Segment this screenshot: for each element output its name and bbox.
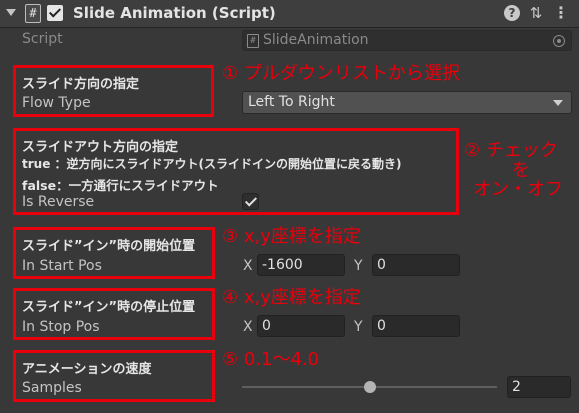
dropdown-arrow-icon (553, 100, 563, 106)
start-pos-heading: スライド”イン”時の開始位置 (22, 239, 196, 254)
samples-value-field[interactable]: 2 (507, 376, 571, 398)
samples-slider-thumb[interactable] (363, 381, 376, 393)
stop-pos-x-field[interactable]: 0 (257, 315, 345, 337)
start-pos-y-field[interactable]: 0 (372, 254, 460, 276)
more-menu-icon[interactable]: ⋮ (553, 4, 569, 22)
flow-type-dropdown[interactable]: Left To Right (242, 91, 572, 114)
component-enabled-checkbox[interactable] (47, 5, 63, 21)
start-pos-annotation: ③ x,y座標を指定 (222, 226, 361, 247)
start-pos-x-label: X (243, 258, 253, 274)
reverse-label: Is Reverse (22, 194, 95, 210)
reverse-heading: スライドアウト方向の指定 (22, 140, 179, 155)
reverse-desc-true: true ：逆方向にスライドアウト(スライドインの開始位置に戻る動き) (22, 157, 402, 171)
script-field-value: SlideAnimation (263, 32, 369, 48)
script-hash-icon: # (25, 4, 41, 23)
presets-icon[interactable]: ⇅ (528, 4, 544, 22)
stop-pos-heading: スライド”イン”時の停止位置 (22, 300, 196, 315)
samples-value: 2 (512, 379, 521, 395)
reverse-annotation-line2: を (512, 160, 530, 181)
is-reverse-checkbox[interactable] (242, 193, 259, 210)
start-pos-y-value: 0 (377, 257, 386, 273)
flow-type-selected: Left To Right (248, 94, 335, 110)
reverse-annotation-line1: ② チェック (464, 140, 558, 161)
script-field[interactable]: # SlideAnimation (242, 30, 572, 51)
script-label: Script (22, 31, 63, 47)
stop-pos-x-label: X (243, 319, 253, 335)
stop-pos-label: In Stop Pos (22, 319, 100, 335)
start-pos-x-value: -1600 (262, 257, 303, 273)
stop-pos-annotation: ④ x,y座標を指定 (222, 287, 361, 308)
start-pos-y-label: Y (354, 258, 363, 274)
component-title: Slide Animation (Script) (73, 4, 276, 22)
flow-type-label: Flow Type (22, 95, 91, 111)
start-pos-x-field[interactable]: -1600 (257, 254, 345, 276)
stop-pos-y-label: Y (354, 319, 363, 335)
help-icon[interactable]: ? (504, 5, 520, 21)
stop-pos-x-value: 0 (262, 318, 271, 334)
component-header[interactable]: # Slide Animation (Script) ? ⇅ ⋮ (0, 0, 579, 28)
object-picker-icon[interactable] (553, 35, 565, 47)
samples-annotation: ⑤ 0.1～4.0 (222, 349, 320, 370)
flow-type-annotation: ① プルダウンリストから選択 (222, 63, 460, 84)
samples-label: Samples (22, 380, 82, 396)
start-pos-label: In Start Pos (22, 258, 102, 274)
stop-pos-y-field[interactable]: 0 (372, 315, 460, 337)
reverse-desc-false: false：一方通行にスライドアウト (22, 178, 219, 193)
flow-type-heading: スライド方向の指定 (22, 77, 140, 92)
samples-heading: アニメーションの速度 (22, 362, 152, 377)
foldout-arrow-icon[interactable] (6, 9, 16, 16)
reverse-annotation-line3: オン・オフ (473, 179, 563, 200)
script-file-icon: # (247, 34, 259, 48)
stop-pos-y-value: 0 (377, 318, 386, 334)
